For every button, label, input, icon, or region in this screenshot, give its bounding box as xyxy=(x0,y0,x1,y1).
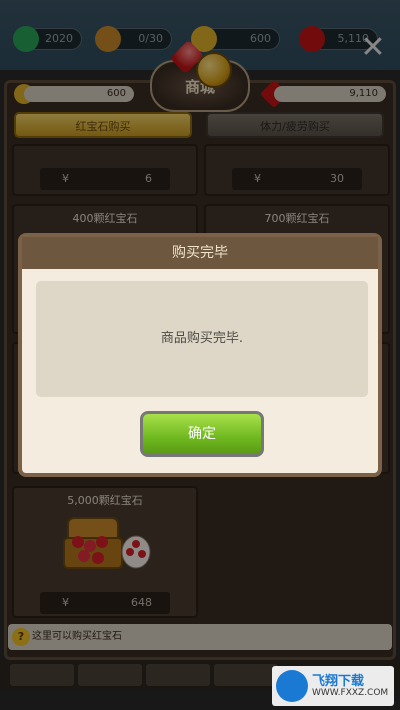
watermark-logo-icon xyxy=(276,670,308,702)
watermark: 飞翔下载 WWW.FXXZ.COM xyxy=(272,666,394,706)
dialog-title: 购买完毕 xyxy=(22,237,378,269)
purchase-complete-dialog: 购买完毕 商品购买完毕. 确定 xyxy=(18,233,382,477)
dialog-message-box: 商品购买完毕. xyxy=(36,281,368,397)
confirm-button[interactable]: 确定 xyxy=(140,411,264,457)
dialog-message: 商品购买完毕. xyxy=(160,331,244,346)
